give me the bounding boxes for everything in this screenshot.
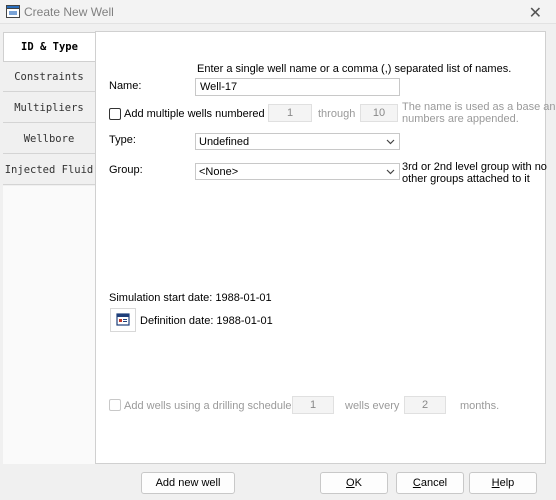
app-window-icon — [6, 5, 20, 18]
drilling-schedule-checkbox[interactable] — [109, 399, 121, 411]
chevron-down-icon — [386, 139, 395, 145]
multi-to-input[interactable]: 10 — [360, 104, 398, 122]
wells-every-label: wells every — [345, 400, 400, 412]
simulation-start-date: Simulation start date: 1988-01-01 — [109, 292, 272, 304]
add-multiple-wells-label: Add multiple wells numbered — [124, 108, 265, 120]
chevron-down-icon — [386, 169, 395, 175]
type-label: Type: — [109, 134, 136, 146]
tab-constraints[interactable]: Constraints — [3, 63, 95, 92]
multi-note-line1: The name is used as a base and — [402, 101, 556, 113]
drill-count-input[interactable]: 1 — [292, 396, 334, 414]
tab-strip-background — [3, 186, 95, 464]
help-mnemonic: H — [491, 477, 500, 489]
definition-date-label: Definition date: 1988-01-01 — [140, 315, 273, 327]
type-select-value: Undefined — [199, 136, 250, 148]
tab-id-type[interactable]: ID & Type — [3, 32, 95, 62]
tab-wellbore[interactable]: Wellbore — [3, 125, 95, 154]
drill-interval-input[interactable]: 2 — [404, 396, 446, 414]
months-label: months. — [460, 400, 500, 412]
group-note-line1: 3rd or 2nd level group with no — [402, 161, 547, 173]
cancel-button[interactable]: Cancel — [396, 472, 464, 494]
cancel-mnemonic: C — [412, 477, 421, 489]
group-label: Group: — [109, 164, 143, 176]
name-instructions: Enter a single well name or a comma (,) … — [197, 63, 512, 75]
multi-note-line2: numbers are appended. — [402, 113, 519, 125]
tab-injected-fluid[interactable]: Injected Fluid — [3, 156, 95, 185]
help-label-rest: elp — [499, 477, 515, 489]
definition-date-button[interactable] — [110, 308, 136, 332]
cancel-label-rest: ancel — [420, 477, 448, 489]
name-input[interactable]: Well-17 — [195, 78, 400, 96]
group-select-value: <None> — [199, 166, 239, 178]
multi-from-input[interactable]: 1 — [268, 104, 312, 122]
group-select[interactable]: <None> — [195, 163, 400, 180]
drilling-schedule-label: Add wells using a drilling schedule of — [124, 400, 304, 412]
name-label: Name: — [109, 80, 142, 92]
ok-label-rest: K — [354, 477, 362, 489]
type-select[interactable]: Undefined — [195, 133, 400, 150]
title-bar: Create New Well ✕ — [0, 0, 556, 24]
tab-multipliers[interactable]: Multipliers — [3, 94, 95, 123]
close-icon[interactable]: ✕ — [529, 3, 542, 23]
ok-mnemonic: O — [346, 477, 355, 489]
ok-button[interactable]: OK — [320, 472, 388, 494]
add-new-well-button[interactable]: Add new well — [141, 472, 235, 494]
through-label: through — [318, 108, 356, 120]
calendar-icon — [116, 313, 130, 326]
help-button[interactable]: Help — [469, 472, 537, 494]
add-multiple-wells-checkbox[interactable] — [109, 108, 121, 120]
group-note-line2: other groups attached to it — [402, 173, 530, 185]
window-title: Create New Well — [24, 5, 114, 19]
